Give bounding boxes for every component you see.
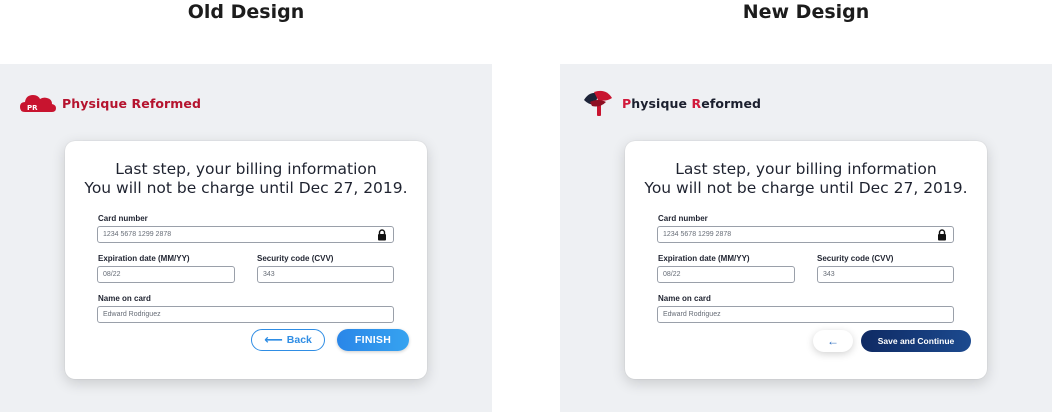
name-on-card-label: Name on card <box>98 294 151 303</box>
old-brand: PR Physique Reformed <box>20 88 201 118</box>
security-code-label: Security code (CVV) <box>817 254 894 263</box>
back-arrow-button[interactable]: ← <box>813 330 853 352</box>
expiration-input[interactable]: 08/22 <box>97 266 235 283</box>
leaf-logo-icon <box>584 90 612 116</box>
old-design-title: Old Design <box>187 1 305 23</box>
name-on-card-label: Name on card <box>658 294 711 303</box>
arrow-left-icon: ⟵ <box>264 332 283 347</box>
logo-initials: PR <box>27 104 38 112</box>
cloud-logo-icon: PR <box>20 95 56 112</box>
brand-name: Physique Reformed <box>62 95 202 111</box>
finish-button[interactable]: FINISH <box>337 329 409 351</box>
expiration-label: Expiration date (MM/YY) <box>98 254 190 263</box>
expiration-input[interactable]: 08/22 <box>657 266 795 283</box>
billing-heading: Last step, your billing information You … <box>65 160 427 198</box>
arrow-left-icon: ← <box>827 334 839 348</box>
security-code-input[interactable]: 343 <box>817 266 954 283</box>
billing-card: Last step, your billing information You … <box>65 141 427 379</box>
security-code-label: Security code (CVV) <box>257 254 334 263</box>
card-number-label: Card number <box>98 214 148 223</box>
card-number-label: Card number <box>658 214 708 223</box>
card-number-input[interactable]: 1234 5678 1299 2878 <box>97 226 394 243</box>
new-brand: Physique Reformed <box>580 88 761 118</box>
new-design-panel: Physique Reformed Last step, your billin… <box>560 64 1052 412</box>
billing-heading: Last step, your billing information You … <box>625 160 987 198</box>
card-number-input[interactable]: 1234 5678 1299 2878 <box>657 226 954 243</box>
billing-card: Last step, your billing information You … <box>625 141 987 379</box>
lock-icon <box>378 229 386 241</box>
security-code-input[interactable]: 343 <box>257 266 394 283</box>
expiration-label: Expiration date (MM/YY) <box>658 254 750 263</box>
back-button[interactable]: ⟵ Back <box>251 329 325 351</box>
name-on-card-input[interactable]: Edward Rodriguez <box>97 306 394 323</box>
heading-line-1: Last step, your billing information <box>675 160 937 178</box>
brand-name: Physique Reformed <box>622 95 762 111</box>
back-button-label: Back <box>286 334 312 346</box>
name-on-card-input[interactable]: Edward Rodriguez <box>657 306 954 323</box>
heading-line-2: You will not be charge until Dec 27, 201… <box>84 179 408 197</box>
heading-line-1: Last step, your billing information <box>115 160 377 178</box>
new-design-title: New Design <box>742 1 870 23</box>
heading-line-2: You will not be charge until Dec 27, 201… <box>644 179 968 197</box>
save-and-continue-button[interactable]: Save and Continue <box>861 330 971 352</box>
lock-icon <box>938 229 946 241</box>
old-design-panel: PR Physique Reformed Last step, your bil… <box>0 64 492 412</box>
